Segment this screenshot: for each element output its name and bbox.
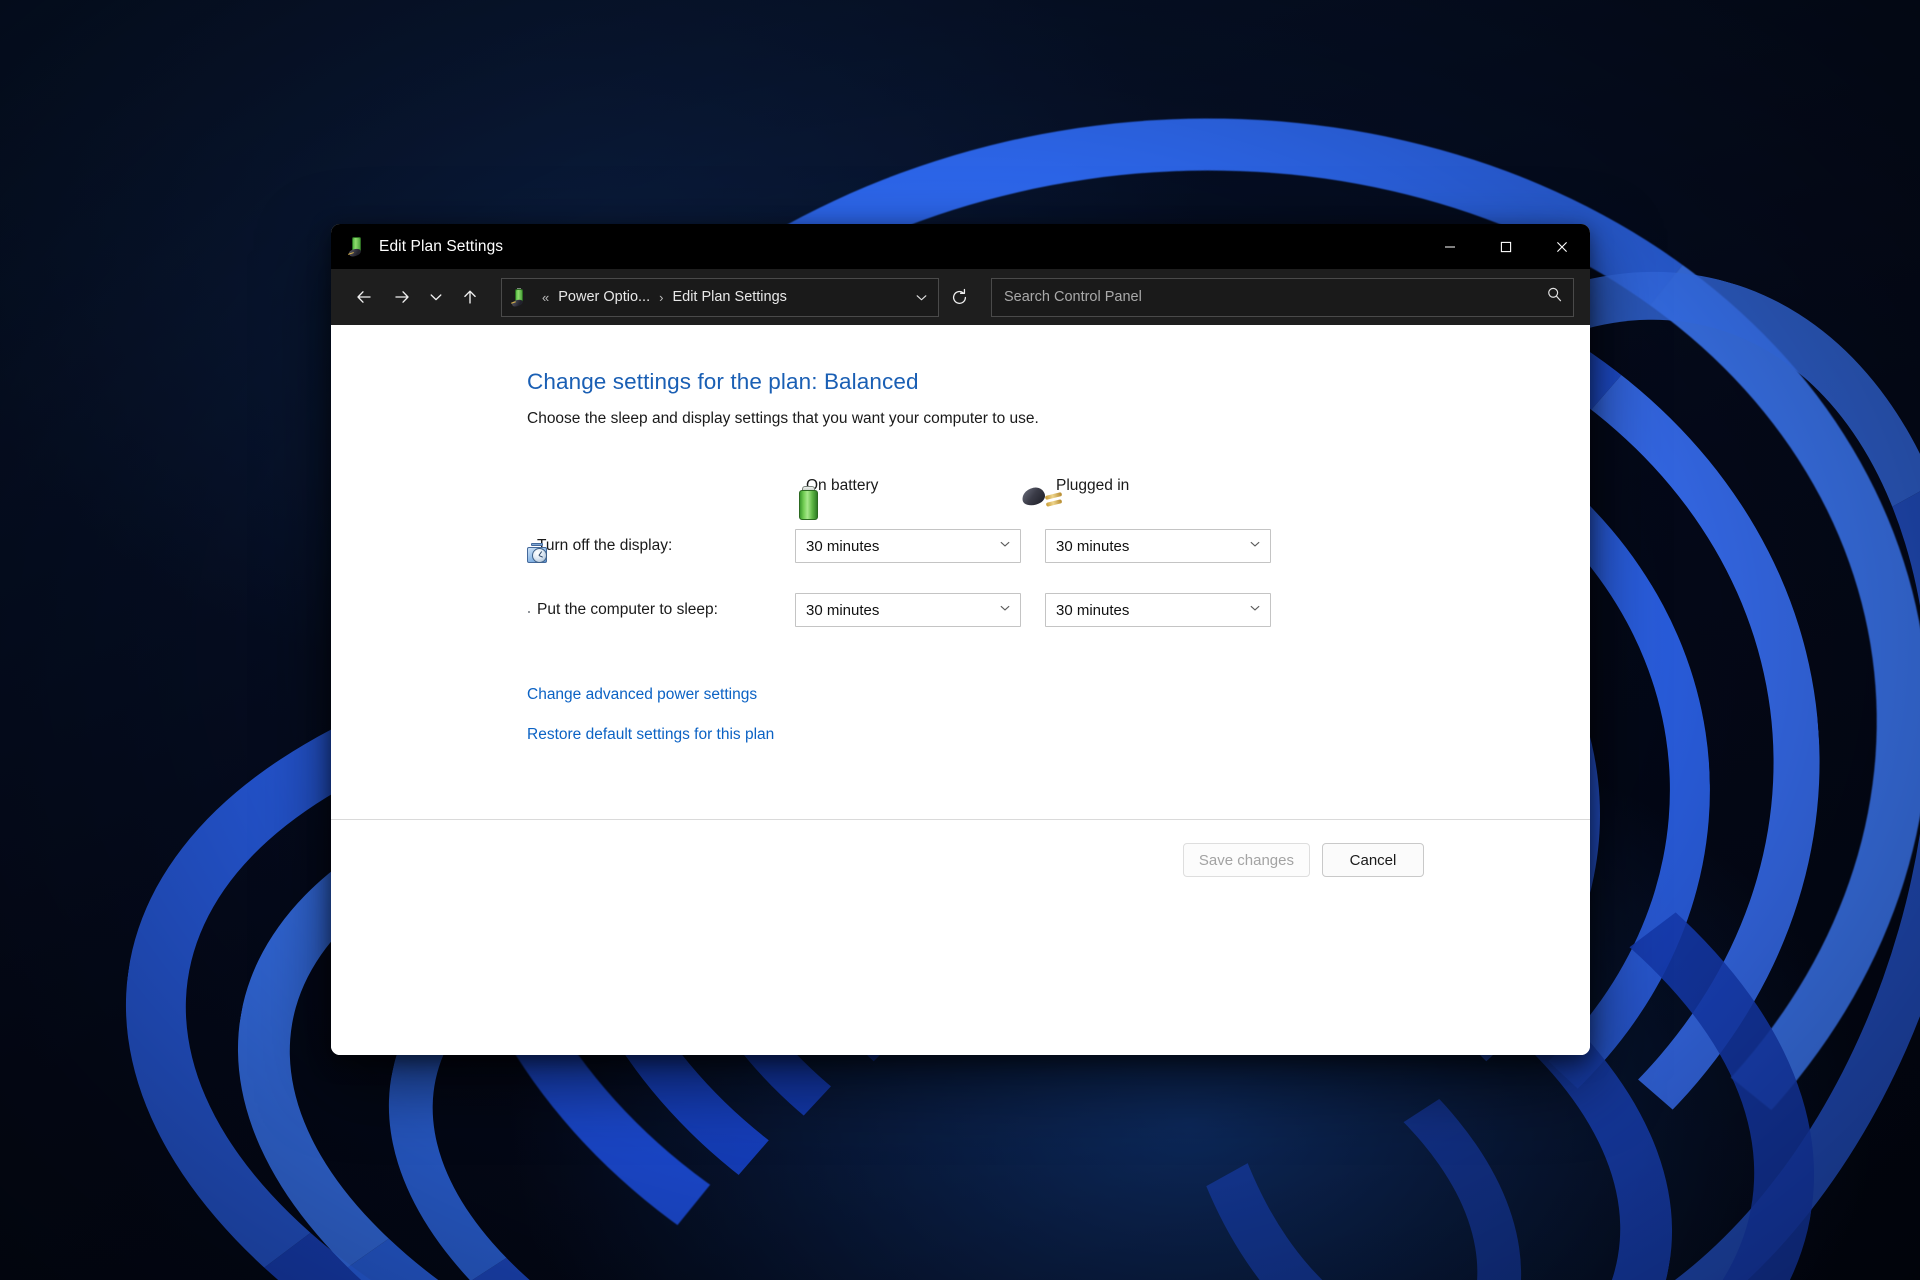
- power-settings-grid: On battery Plugged in Turn off the displ…: [527, 458, 1590, 642]
- chevron-down-icon: [1248, 537, 1262, 555]
- minimize-button[interactable]: [1422, 224, 1478, 269]
- window-controls: [1422, 224, 1590, 269]
- footer-buttons: Save changes Cancel: [1182, 843, 1424, 877]
- breadcrumb-separator-icon: ›: [659, 289, 664, 305]
- dropdown-sleep-on-battery-cell: 30 minutes: [795, 593, 1045, 627]
- column-header-plugged-in: Plugged in: [1020, 458, 1295, 514]
- maximize-button[interactable]: [1478, 224, 1534, 269]
- edit-plan-settings-window: Edit Plan Settings « Power Optio... › Ed…: [331, 224, 1590, 1055]
- dropdown-sleep-on-battery[interactable]: 30 minutes: [795, 593, 1021, 627]
- refresh-icon[interactable]: [939, 278, 979, 317]
- back-arrow-icon[interactable]: [345, 278, 383, 316]
- dropdown-value: 30 minutes: [1056, 601, 1130, 619]
- chevron-down-icon: [998, 601, 1012, 619]
- cancel-button[interactable]: Cancel: [1322, 843, 1424, 877]
- search-input[interactable]: [1004, 289, 1546, 305]
- link-change-advanced-power-settings[interactable]: Change advanced power settings: [527, 686, 757, 704]
- dropdown-value: 30 minutes: [1056, 537, 1130, 555]
- dropdown-display-on-battery-cell: 30 minutes: [795, 529, 1045, 563]
- link-restore-default-settings[interactable]: Restore default settings for this plan: [527, 726, 774, 744]
- row-label-text: Put the computer to sleep:: [537, 601, 718, 618]
- dropdown-value: 30 minutes: [806, 601, 880, 619]
- dropdown-display-plugged-in[interactable]: 30 minutes: [1045, 529, 1271, 563]
- window-titlebar[interactable]: Edit Plan Settings: [331, 224, 1590, 269]
- column-header-on-battery: On battery: [795, 458, 1045, 520]
- up-arrow-icon[interactable]: [451, 278, 489, 316]
- links-section: Change advanced power settings Restore d…: [527, 686, 1590, 744]
- recent-locations-chevron-down-icon[interactable]: [421, 278, 451, 316]
- footer-divider: [331, 819, 1590, 820]
- power-plan-icon: [348, 236, 368, 258]
- chevron-down-icon: [1248, 601, 1262, 619]
- breadcrumb-item-edit-plan-settings[interactable]: Edit Plan Settings: [668, 286, 790, 308]
- row-label-turn-off-display: Turn off the display:: [527, 514, 795, 578]
- search-box[interactable]: [991, 277, 1574, 317]
- address-bar[interactable]: « Power Optio... › Edit Plan Settings: [501, 277, 939, 317]
- close-button[interactable]: [1534, 224, 1590, 269]
- page-title: Change settings for the plan: Balanced: [527, 369, 919, 394]
- page-subtitle: Choose the sleep and display settings th…: [527, 410, 1039, 427]
- search-icon[interactable]: [1546, 286, 1563, 308]
- breadcrumb: « Power Optio... › Edit Plan Settings: [537, 286, 908, 308]
- dropdown-value: 30 minutes: [806, 537, 880, 555]
- row-label-text: Turn off the display:: [537, 537, 673, 554]
- navigation-toolbar: « Power Optio... › Edit Plan Settings: [331, 269, 1590, 325]
- row-label-put-computer-to-sleep: Put the computer to sleep:: [527, 578, 795, 642]
- address-dropdown-chevron-down-icon[interactable]: [908, 282, 934, 313]
- desktop: Edit Plan Settings « Power Optio... › Ed…: [0, 0, 1920, 1280]
- dropdown-display-plugged-in-cell: 30 minutes: [1045, 529, 1295, 563]
- chevron-down-icon: [998, 537, 1012, 555]
- breadcrumb-overflow-icon[interactable]: «: [537, 290, 554, 305]
- power-plan-icon: [511, 288, 529, 308]
- save-changes-button[interactable]: Save changes: [1182, 843, 1310, 877]
- dropdown-sleep-plugged-in-cell: 30 minutes: [1045, 593, 1295, 627]
- forward-arrow-icon[interactable]: [383, 278, 421, 316]
- breadcrumb-item-power-options[interactable]: Power Optio...: [554, 286, 654, 308]
- dropdown-display-on-battery[interactable]: 30 minutes: [795, 529, 1021, 563]
- content-area: Change settings for the plan: Balanced C…: [331, 325, 1590, 1055]
- window-title: Edit Plan Settings: [379, 237, 504, 255]
- dropdown-sleep-plugged-in[interactable]: 30 minutes: [1045, 593, 1271, 627]
- column-header-label: Plugged in: [1056, 477, 1130, 494]
